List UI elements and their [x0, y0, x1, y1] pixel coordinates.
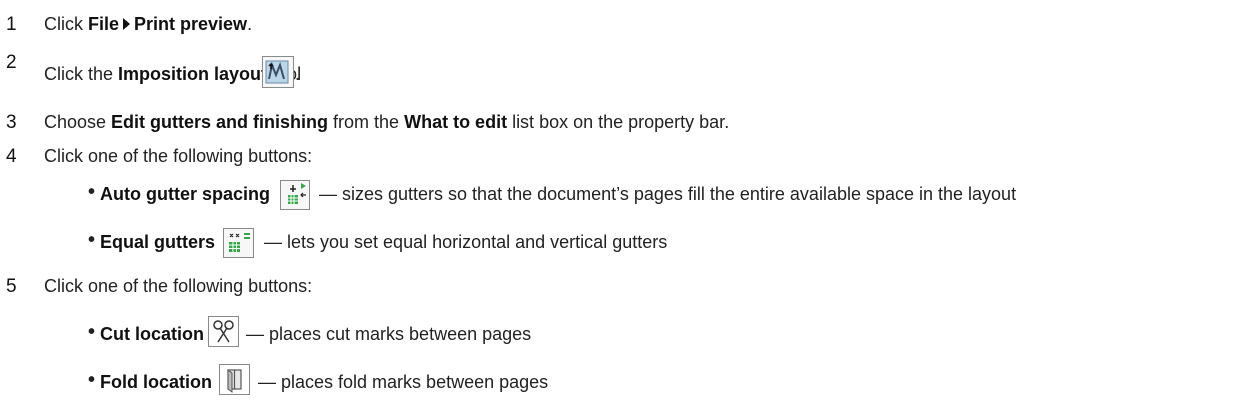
option-name: Edit gutters and finishing — [111, 112, 329, 132]
list-box-name: What to edit — [404, 112, 508, 132]
step-text-part: . — [247, 14, 253, 34]
step-number: 4 — [6, 146, 17, 167]
menu-print-preview: Print preview — [134, 14, 248, 34]
step-text: Choose Edit gutters and finishing from t… — [44, 112, 729, 133]
menu-file: File — [88, 14, 120, 34]
step-text-part: from the — [328, 112, 405, 132]
bullet-text: Cut location — [100, 324, 204, 345]
step-text-part: Click — [44, 14, 88, 34]
step-text: Click one of the following buttons: — [44, 276, 313, 296]
step-text-part: Choose — [44, 112, 112, 132]
bullet: • — [88, 369, 96, 391]
button-name: Fold location — [100, 372, 212, 392]
step-number: 5 — [6, 276, 17, 297]
button-name: Equal gutters — [100, 232, 216, 252]
step-text-part: list box on the property bar. — [507, 112, 730, 132]
button-name: Cut location — [100, 324, 204, 344]
step-number: 3 — [6, 112, 17, 133]
scissors-icon — [208, 316, 239, 347]
step-text: Click File Print preview. — [44, 14, 252, 35]
bullet-description: — places fold marks between pages — [258, 372, 549, 392]
step-text-part: Click the — [44, 64, 119, 84]
step-text: Click one of the following buttons: — [44, 146, 313, 166]
bullet: • — [88, 321, 96, 343]
bullet-description: — lets you set equal horizontal and vert… — [264, 232, 668, 252]
menu-arrow-icon — [123, 18, 131, 30]
bullet-description: — sizes gutters so that the document’s p… — [319, 184, 1017, 204]
auto-gutter-icon — [280, 180, 310, 210]
button-name: Auto gutter spacing — [100, 184, 270, 204]
bullet-text: Equal gutters — [100, 232, 215, 253]
step-number: 1 — [6, 14, 17, 35]
tool-name: Imposition layout — [118, 64, 268, 84]
bullet-description: — places cut marks between pages — [246, 324, 532, 344]
bullet: • — [88, 229, 96, 251]
fold-icon — [219, 364, 250, 395]
imposition-layout-icon — [262, 56, 294, 88]
bullet-text: Auto gutter spacing — [100, 184, 270, 205]
equal-gutters-icon — [223, 228, 254, 258]
bullet: • — [88, 181, 96, 203]
bullet-text: Fold location — [100, 372, 212, 393]
period: . — [295, 64, 301, 84]
step-number: 2 — [6, 52, 17, 73]
